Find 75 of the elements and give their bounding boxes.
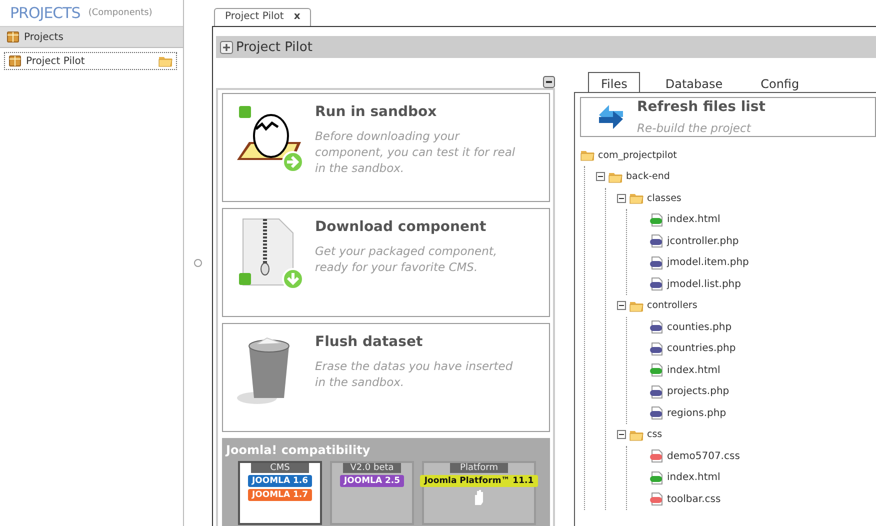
- collapse-toggle[interactable]: [617, 301, 626, 310]
- compatibility-group[interactable]: V2.0 beta JOOMLA 2.5: [330, 461, 414, 525]
- file-node[interactable]: index.html: [643, 360, 876, 381]
- file-icon: [649, 492, 664, 506]
- compatibility-group[interactable]: CMS JOOMLA 1.6 JOOMLA 1.7: [238, 461, 322, 525]
- expand-icon: [220, 40, 233, 54]
- file-node[interactable]: counties.php: [643, 316, 876, 338]
- refresh-card[interactable]: Refresh files list Re-build the project: [580, 97, 876, 136]
- file-icon: [649, 470, 664, 485]
- version-badge: JOOMLA 1.7: [248, 489, 312, 501]
- collapse-toggle[interactable]: [596, 172, 605, 182]
- refresh-description: Re-build the project: [637, 120, 752, 135]
- file-icon: [649, 320, 664, 334]
- document-tab[interactable]: Project Pilot x: [214, 8, 312, 26]
- group-label: CMS: [251, 463, 309, 473]
- tab[interactable]: Config: [748, 72, 812, 92]
- refresh-title: Refresh files list: [637, 98, 766, 115]
- file-node[interactable]: countries.php: [643, 338, 876, 360]
- collapse-icon: [543, 76, 555, 88]
- action-title: Run in sandbox: [315, 104, 438, 120]
- file-icon: [649, 363, 664, 378]
- folder-icon: [158, 54, 173, 68]
- action-description: Get your packaged component, ready for your favorite CMS.: [315, 243, 498, 275]
- file-icon: [649, 234, 664, 248]
- file-icon: [649, 212, 664, 227]
- folder-node[interactable]: com_projectpilot: [580, 144, 876, 166]
- file-node[interactable]: jmodel.list.php: [643, 274, 876, 295]
- action-description: Before downloading your component, you can test it for real in the sandbox.: [315, 128, 516, 176]
- folder-node[interactable]: css: [617, 424, 876, 446]
- compatibility-group[interactable]: Platform Joomla Platform™ 11.1: [422, 461, 536, 525]
- folder-node[interactable]: back-end: [596, 166, 876, 188]
- version-badge: JOOMLA 1.6: [248, 475, 312, 487]
- folder-node[interactable]: controllers: [617, 295, 876, 316]
- action-description: Erase the datas you have inserted in the sandbox.: [315, 358, 514, 390]
- file-icon: [649, 384, 664, 399]
- folder-icon: [580, 148, 595, 162]
- group-label: Platform: [450, 463, 508, 473]
- file-node[interactable]: demo5707.css: [643, 446, 876, 467]
- version-badge: JOOMLA 2.5: [340, 475, 404, 487]
- action-title: Flush dataset: [315, 334, 424, 350]
- tab[interactable]: Files: [588, 72, 640, 92]
- tab[interactable]: Database: [652, 72, 736, 92]
- collapse-toggle[interactable]: [617, 194, 626, 203]
- action-card[interactable]: Download component Get your packaged component, ready for your favorite CMS.: [222, 208, 550, 317]
- file-node[interactable]: jcontroller.php: [643, 230, 876, 252]
- package-icon: [6, 30, 20, 44]
- section-subtitle: (Components): [88, 8, 152, 18]
- action-card[interactable]: Flush dataset Erase the datas you have inserted in the sandbox.: [222, 323, 550, 432]
- group-label: V2.0 beta: [343, 463, 401, 473]
- sidebar-heading: Projects: [24, 32, 64, 42]
- file-icon: [649, 449, 664, 464]
- compatibility-title: Joomla! compatibility: [224, 443, 372, 457]
- resize-handle[interactable]: [194, 259, 202, 267]
- collapse-toggle[interactable]: [617, 430, 626, 440]
- folder-node[interactable]: classes: [617, 188, 876, 209]
- version-badge: Joomla Platform™ 11.1: [420, 475, 538, 487]
- panel-title: Project Pilot: [236, 40, 312, 54]
- action-title: Download component: [315, 219, 488, 235]
- file-node[interactable]: jmodel.item.php: [643, 252, 876, 274]
- action-card[interactable]: Run in sandbox Before downloading your component, you can test it for real in the sandbox.: [222, 93, 550, 202]
- file-node[interactable]: regions.php: [643, 402, 876, 424]
- close-icon[interactable]: x: [294, 11, 300, 24]
- project-item[interactable]: Project Pilot: [4, 52, 177, 70]
- file-icon: [649, 342, 664, 356]
- file-icon: [649, 277, 664, 292]
- file-node[interactable]: index.html: [643, 467, 876, 488]
- file-node[interactable]: toolbar.css: [643, 488, 876, 510]
- folder-icon: [629, 191, 644, 206]
- file-node[interactable]: index.html: [643, 209, 876, 230]
- package-icon: [8, 54, 22, 68]
- file-icon: [649, 256, 664, 270]
- file-icon: [649, 406, 664, 420]
- section-title: PROJECTS: [10, 4, 80, 22]
- file-node[interactable]: projects.php: [643, 381, 876, 402]
- hand-cursor-icon: [472, 489, 486, 505]
